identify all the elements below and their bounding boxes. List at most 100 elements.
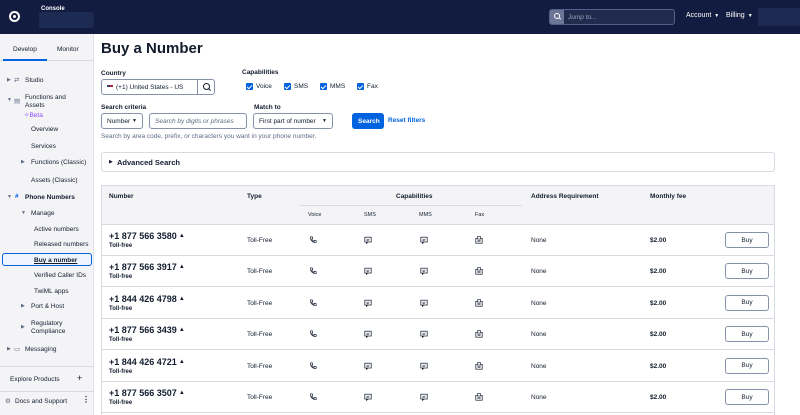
address-requirement: None [531, 237, 547, 244]
voice-checkbox[interactable] [246, 83, 253, 90]
user-menu[interactable] [758, 8, 800, 26]
docs-support-link[interactable]: Docs and Support [15, 398, 67, 406]
header-fee: Monthly fee [650, 193, 687, 200]
reset-filters-link[interactable]: Reset filters [388, 117, 425, 124]
search-button[interactable]: Search [352, 113, 384, 129]
tab-monitor[interactable]: Monitor [57, 46, 79, 53]
chevron-right-icon[interactable]: ▶ [7, 346, 11, 352]
account-menu[interactable]: Account ▼ [686, 12, 719, 19]
fax-checkbox[interactable] [357, 83, 364, 90]
sidebar-item-twiml-apps[interactable]: TwiML apps [34, 288, 68, 296]
chevron-right-icon[interactable]: ▶ [21, 303, 25, 309]
sidebar-item-services[interactable]: Services [31, 143, 56, 151]
phone-number: +1 877 566 3580 ▲ [109, 231, 185, 241]
sidebar-item-studio[interactable]: Studio [25, 77, 43, 85]
sidebar-item-overview[interactable]: Overview [31, 126, 58, 134]
fax-icon [475, 330, 483, 338]
country-search-icon[interactable] [197, 79, 215, 95]
mms-icon [420, 267, 428, 276]
sms-icon [364, 299, 372, 307]
sidebar-item-port-host[interactable]: Port & Host [31, 303, 64, 311]
sidebar-item-buy-number[interactable]: Buy a number [34, 257, 77, 265]
jump-to-search[interactable] [549, 9, 675, 25]
account-switcher[interactable] [39, 12, 94, 28]
page-title: Buy a Number [101, 40, 203, 57]
number-subtype: Toll-free [109, 243, 133, 249]
triangle-up-icon: ▲ [178, 327, 185, 334]
sms-checkbox[interactable] [284, 83, 291, 90]
mms-icon [420, 236, 428, 244]
number-type: Toll-Free [247, 268, 273, 276]
sidebar-tabs: Develop Monitor [0, 34, 94, 61]
header-fax: Fax [475, 212, 485, 218]
match-value: First part of number [259, 118, 316, 125]
phone-number: +1 844 426 4721 ▲ [109, 356, 185, 367]
triangle-up-icon: ▲ [178, 295, 185, 302]
sidebar-item-phone-numbers[interactable]: Phone Numbers [25, 194, 75, 202]
number-type: Toll-Free [247, 331, 273, 339]
chevron-down-icon[interactable]: ▼ [21, 210, 26, 216]
account-label: Account [686, 12, 712, 19]
number-subtype: Toll-free [109, 368, 133, 375]
twilio-logo-icon[interactable] [9, 11, 20, 22]
more-vertical-icon[interactable]: ⋮ [82, 396, 90, 404]
mms-checkbox[interactable] [320, 83, 327, 90]
monthly-fee: $2.00 [650, 362, 667, 370]
fax-checkbox-label: Fax [367, 83, 378, 90]
mms-icon [420, 362, 428, 370]
tab-develop[interactable]: Develop [13, 46, 37, 53]
mms-icon [420, 299, 428, 307]
sidebar-item-functions-assets[interactable]: Functions and Assets [25, 94, 80, 110]
buy-button[interactable]: Buy [725, 263, 769, 280]
chevron-down-icon[interactable]: ▼ [7, 194, 12, 200]
buy-button[interactable]: Buy [725, 232, 769, 248]
voice-icon [309, 236, 317, 244]
advanced-search-toggle[interactable]: ▶ Advanced Search [101, 152, 775, 172]
sidebar-item-functions-classic[interactable]: Functions (Classic) [31, 159, 86, 167]
mms-checkbox-label: MMS [330, 83, 346, 90]
header-capabilities: Capabilities [396, 193, 433, 200]
main-content: Buy a Number Country (+1) United States … [95, 34, 800, 415]
sidebar-item-messaging[interactable]: Messaging [25, 346, 56, 354]
search-criteria-select[interactable]: Number ▼ [101, 113, 143, 129]
buy-button[interactable]: Buy [725, 357, 769, 374]
chevron-right-icon[interactable]: ▶ [21, 159, 25, 165]
sidebar-item-assets-classic[interactable]: Assets (Classic) [31, 177, 78, 185]
number-subtype: Toll-free [109, 274, 133, 281]
billing-menu[interactable]: Billing ▼ [726, 12, 753, 19]
buy-button[interactable]: Buy [725, 389, 769, 405]
buy-button[interactable]: Buy [725, 326, 769, 343]
number-search-input[interactable] [149, 113, 247, 129]
sidebar-item-regulatory[interactable]: Regulatory Compliance [31, 320, 86, 336]
voice-icon [309, 299, 317, 307]
chevron-right-icon[interactable]: ▶ [21, 324, 25, 330]
criteria-value: Number [107, 118, 131, 125]
sidebar-item-active-numbers[interactable]: Active numbers [34, 226, 79, 234]
phone-number: +1 877 566 3439 ▲ [109, 325, 185, 336]
plus-icon[interactable]: + [77, 374, 82, 383]
billing-label: Billing [726, 12, 745, 19]
numbers-table: Number Type Capabilities Address Require… [101, 185, 775, 415]
match-to-select[interactable]: First part of number ▼ [253, 113, 333, 129]
table-row: +1 844 426 4798 ▲ Toll-free Toll-Free None $2… [102, 287, 774, 319]
table-row: +1 877 566 3917 ▲ Toll-free Toll-Free None $2… [102, 256, 774, 288]
country-label: Country [101, 70, 126, 77]
sidebar-item-released-numbers[interactable]: Released numbers [34, 241, 89, 249]
explore-products-link[interactable]: Explore Products [10, 376, 60, 384]
phone-number: +1 844 426 4798 ▲ [109, 293, 185, 304]
message-icon: ▭ [14, 346, 21, 353]
monthly-fee: $2.00 [650, 237, 667, 244]
monthly-fee: $2.00 [650, 299, 667, 307]
sidebar-item-verified-caller-ids[interactable]: Verified Caller IDs [34, 272, 86, 280]
chevron-down-icon: ▼ [322, 118, 327, 124]
triangle-up-icon: ▲ [178, 264, 185, 271]
jump-to-input[interactable] [568, 12, 668, 22]
sms-icon [364, 393, 372, 401]
header-voice: Voice [308, 212, 322, 218]
capabilities-divider [300, 205, 522, 206]
sidebar-item-manage[interactable]: Manage [31, 210, 55, 218]
chevron-right-icon[interactable]: ▶ [7, 77, 11, 83]
buy-button[interactable]: Buy [725, 294, 769, 311]
triangle-up-icon: ▲ [178, 390, 185, 396]
chevron-down-icon[interactable]: ▼ [7, 97, 12, 103]
